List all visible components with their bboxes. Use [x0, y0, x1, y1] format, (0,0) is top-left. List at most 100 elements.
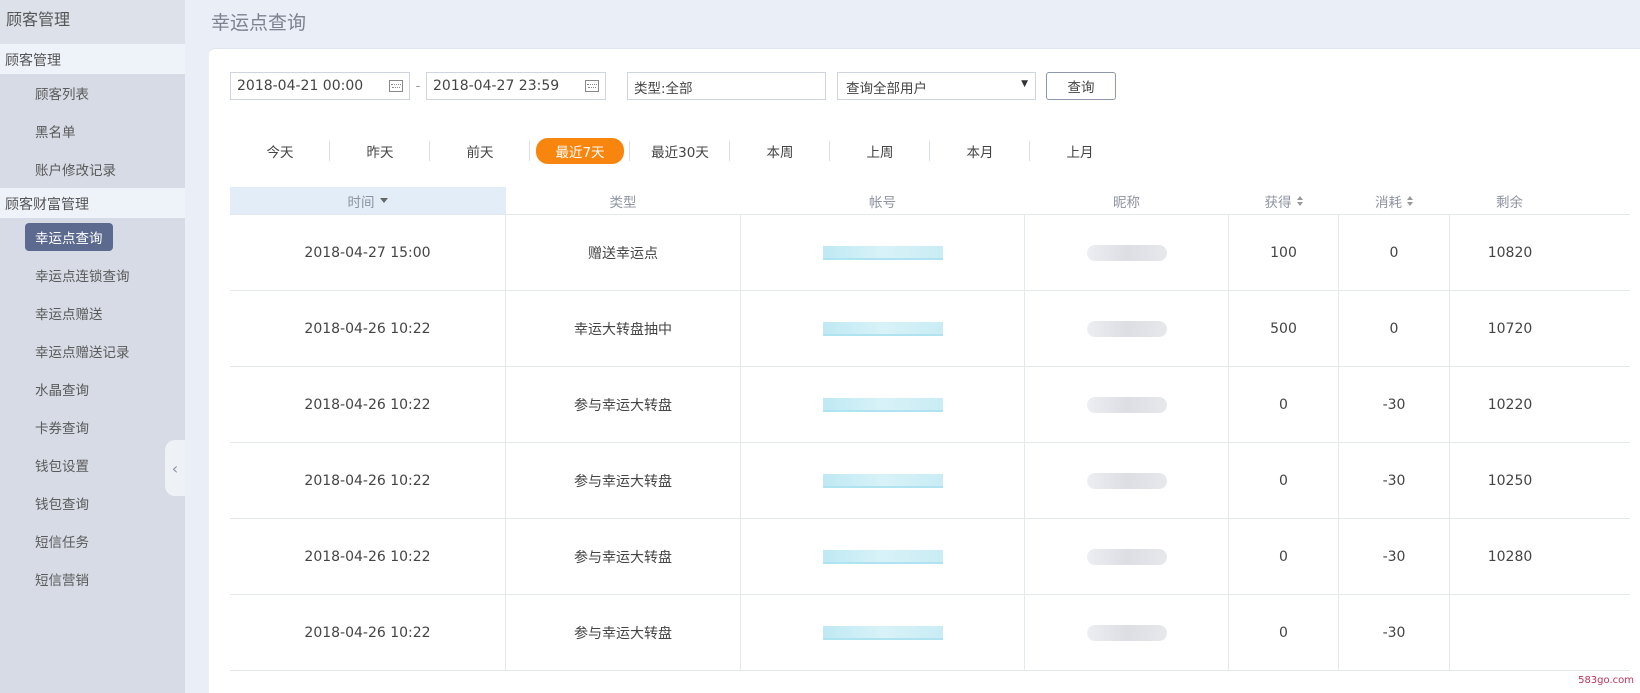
cell-left: 10220	[1487, 396, 1533, 413]
sidebar-item-label: 水晶查询	[35, 383, 89, 399]
sidebar-item[interactable]: 幸运点赠送记录	[0, 332, 185, 370]
cell-account	[741, 215, 1025, 290]
sidebar-item-label: 顾客列表	[35, 87, 89, 103]
range-tab[interactable]: 本月	[930, 139, 1030, 163]
redacted-nickname	[1086, 320, 1167, 337]
redacted-account	[822, 397, 943, 412]
cell-time: 2018-04-26 10:22	[230, 443, 506, 518]
redacted-nickname	[1086, 624, 1167, 641]
table-row: 2018-04-26 10:22 参与幸运大转盘 0 -30 10250	[230, 443, 1630, 519]
main-area: 幸运点查询 2018-04-21 00:00 - 2018-04-27 23:5…	[185, 0, 1640, 693]
cell-time: 2018-04-26 10:22	[230, 519, 506, 594]
column-header[interactable]: 获得	[1229, 187, 1339, 214]
sidebar-item-label: 幸运点赠送记录	[35, 345, 130, 361]
column-header-label: 时间	[347, 194, 375, 211]
range-tab[interactable]: 上月	[1030, 139, 1130, 163]
date-range-tabs: 今天 昨天 前天 最近7天 最近30天 本周 上周 本月 上月	[230, 138, 1130, 164]
redacted-nickname	[1086, 244, 1167, 261]
caret-down-icon: ▼	[1021, 79, 1028, 89]
range-tab[interactable]: 本周	[730, 139, 830, 163]
calendar-icon[interactable]	[585, 80, 599, 92]
cell-time: 2018-04-26 10:22	[230, 291, 506, 366]
table-row: 2018-04-27 15:00 赠送幸运点 100 0 10820	[230, 215, 1630, 291]
sidebar-item[interactable]: 短信营销	[0, 560, 185, 598]
redacted-account	[822, 473, 943, 488]
range-tab-label: 本月	[966, 145, 994, 161]
sidebar-item[interactable]: 水晶查询	[0, 370, 185, 408]
cell-account	[741, 443, 1025, 518]
column-header-label: 获得	[1264, 194, 1292, 211]
redacted-nickname	[1086, 396, 1167, 413]
sidebar-item-label: 黑名单	[35, 125, 76, 141]
sidebar-item[interactable]: 卡券查询	[0, 408, 185, 446]
sidebar-item-label: 账户修改记录	[35, 163, 116, 179]
sidebar-top-title: 顾客管理	[0, 0, 185, 44]
column-header: 类型	[506, 187, 741, 214]
sidebar-item[interactable]: 钱包设置	[0, 446, 185, 484]
cell-gain: 0	[1229, 443, 1339, 518]
range-tab-label: 上月	[1066, 145, 1094, 161]
cell-type: 参与幸运大转盘	[506, 367, 741, 442]
range-tab[interactable]: 前天	[430, 139, 530, 163]
user-select[interactable]: 查询全部用户 ▼	[837, 72, 1036, 100]
range-tab[interactable]: 昨天	[330, 139, 430, 163]
column-header: 剩余	[1450, 187, 1570, 214]
sidebar-item[interactable]: 短信任务	[0, 522, 185, 560]
cell-cost: -30	[1339, 595, 1450, 670]
start-date-input[interactable]: 2018-04-21 00:00	[230, 72, 410, 100]
cell-nickname	[1025, 367, 1229, 442]
range-tab[interactable]: 今天	[230, 139, 330, 163]
sidebar-item-label: 幸运点查询	[25, 223, 113, 251]
cell-cost: 0	[1339, 215, 1450, 290]
sidebar-item-label: 钱包设置	[35, 459, 89, 475]
range-tab-label: 今天	[266, 145, 294, 161]
column-header[interactable]: 时间	[230, 187, 506, 214]
column-header-label: 帐号	[869, 194, 896, 211]
type-filter-input[interactable]: 类型:全部	[627, 72, 826, 100]
cell-left: 10280	[1487, 548, 1533, 565]
sidebar-section-wealth[interactable]: 顾客财富管理	[0, 188, 185, 218]
sidebar-item-label: 幸运点连锁查询	[35, 269, 130, 285]
range-tab[interactable]: 最近7天	[530, 138, 630, 164]
user-select-value: 查询全部用户	[846, 81, 927, 97]
cell-nickname	[1025, 595, 1229, 670]
query-button[interactable]: 查询	[1046, 72, 1116, 100]
cell-time: 2018-04-26 10:22	[230, 367, 506, 442]
range-tab-label: 上周	[866, 145, 894, 161]
sidebar-item[interactable]: 幸运点连锁查询	[0, 256, 185, 294]
redacted-nickname	[1086, 472, 1167, 489]
sort-icon	[1296, 195, 1303, 206]
sidebar-item[interactable]: 账户修改记录	[0, 150, 185, 188]
column-header: 昵称	[1025, 187, 1229, 214]
end-date-input[interactable]: 2018-04-27 23:59	[426, 72, 606, 100]
table-row: 2018-04-26 10:22 参与幸运大转盘 0 -30 10280	[230, 519, 1630, 595]
range-tab[interactable]: 上周	[830, 139, 930, 163]
column-header-label: 剩余	[1496, 194, 1523, 211]
range-tab[interactable]: 最近30天	[630, 139, 730, 163]
sidebar-collapse-button[interactable]: ‹	[165, 440, 185, 496]
sidebar-item[interactable]: 幸运点查询	[0, 218, 185, 256]
cell-nickname	[1025, 519, 1229, 594]
cell-gain: 0	[1229, 519, 1339, 594]
sidebar-section-customer[interactable]: 顾客管理	[0, 44, 185, 74]
sidebar-item[interactable]: 顾客列表	[0, 74, 185, 112]
sidebar-item[interactable]: 钱包查询	[0, 484, 185, 522]
redacted-account	[822, 625, 943, 640]
cell-type: 幸运大转盘抽中	[506, 291, 741, 366]
sidebar-item-label: 短信任务	[35, 535, 89, 551]
column-header: 帐号	[741, 187, 1025, 214]
sidebar-item[interactable]: 幸运点赠送	[0, 294, 185, 332]
calendar-icon[interactable]	[389, 80, 403, 92]
cell-type: 参与幸运大转盘	[506, 443, 741, 518]
cell-account	[741, 595, 1025, 670]
cell-time: 2018-04-27 15:00	[230, 215, 506, 290]
column-header-label: 类型	[609, 194, 637, 211]
table-header: 时间 类型 帐号 昵称 获得 消耗 剩余	[230, 187, 1630, 215]
column-header-label: 消耗	[1375, 194, 1402, 211]
sidebar: 顾客管理 顾客管理 顾客列表黑名单账户修改记录 顾客财富管理 幸运点查询幸运点连…	[0, 0, 185, 693]
filter-bar: 2018-04-21 00:00 - 2018-04-27 23:59 类型:全…	[230, 72, 1116, 100]
column-header[interactable]: 消耗	[1339, 187, 1450, 214]
chevron-left-icon: ‹	[171, 458, 179, 478]
lucky-points-table: 时间 类型 帐号 昵称 获得 消耗 剩余 2018-04-27 15:00 赠送幸运点 100 0…	[230, 187, 1630, 671]
sidebar-item[interactable]: 黑名单	[0, 112, 185, 150]
